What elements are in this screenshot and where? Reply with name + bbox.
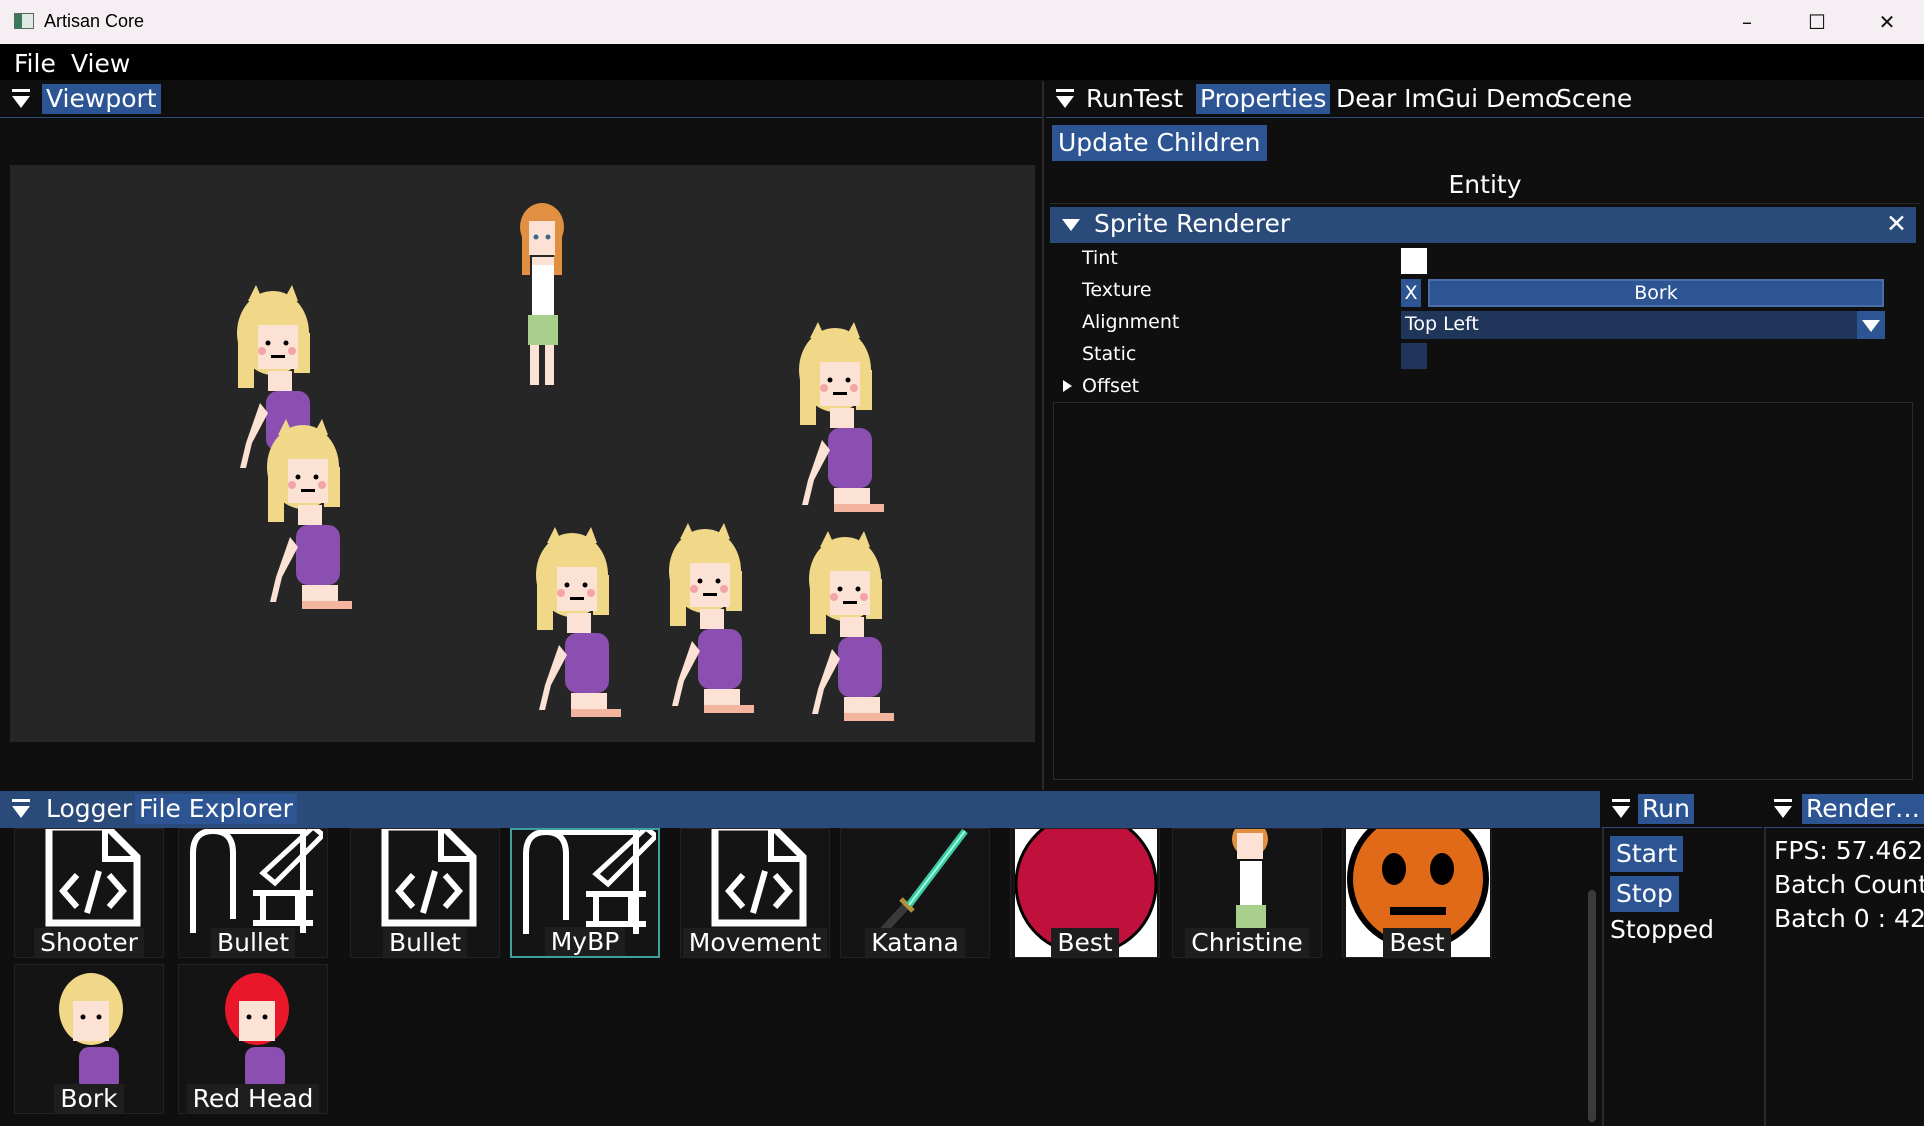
render-panel: FPS: 57.462 Batch Count Batch 0 : 42: [1764, 828, 1924, 1126]
code-file-icon: [381, 829, 477, 927]
menu-bar: File View: [0, 44, 1924, 80]
tab-properties[interactable]: Properties: [1196, 84, 1331, 114]
cat-girl-sprite: [59, 973, 123, 1091]
file-tile-movement[interactable]: Movement: [680, 828, 830, 958]
expand-arrow-icon[interactable]: [1063, 380, 1072, 392]
tab-runtest[interactable]: RunTest: [1082, 84, 1187, 114]
app-icon: [14, 13, 34, 29]
tab-render[interactable]: Render…: [1802, 794, 1924, 824]
file-explorer-panel-header: Logger File Explorer: [0, 791, 1600, 828]
file-tile-red-head[interactable]: Red Head: [178, 964, 328, 1114]
menu-file[interactable]: File: [14, 49, 56, 78]
texture-clear-button[interactable]: X: [1401, 279, 1421, 307]
sprite-catgirl-6: [809, 531, 894, 721]
file-tile-christine[interactable]: Christine: [1172, 828, 1322, 958]
code-file-icon: [711, 829, 807, 927]
sprite-catgirl-4: [536, 527, 621, 717]
blueprint-icon: [523, 830, 656, 934]
file-label: Best: [1383, 928, 1451, 957]
file-label: Bork: [54, 1084, 124, 1113]
red-cat-girl-sprite: [225, 973, 289, 1091]
sprite-catgirl-2: [267, 419, 352, 609]
panel-divider[interactable]: [1042, 81, 1044, 790]
file-tile-mybp[interactable]: MyBP: [510, 828, 660, 958]
code-file-icon: [45, 829, 141, 927]
file-explorer-grid: Shooter Bullet Bullet MyBP Movement Kata…: [0, 828, 1598, 1126]
file-label: Christine: [1185, 928, 1309, 957]
run-panel-header: Run: [1602, 791, 1762, 828]
file-label: Shooter: [34, 928, 144, 957]
batch-count-label: Batch Count: [1774, 870, 1924, 899]
component-name: Sprite Renderer: [1094, 209, 1291, 238]
file-tile-best-circle[interactable]: Best: [1010, 828, 1160, 958]
offset-label[interactable]: Offset: [1082, 375, 1139, 397]
file-tile-bullet-bp[interactable]: Bullet: [178, 828, 328, 958]
tab-scene[interactable]: Scene: [1552, 84, 1636, 114]
fps-readout: FPS: 57.462: [1774, 836, 1924, 865]
sprite-christine: [520, 203, 564, 385]
properties-panel-header: RunTest Properties Dear ImGui Demo Scene: [1046, 81, 1924, 118]
file-label: Red Head: [186, 1084, 320, 1113]
file-label: Katana: [865, 928, 965, 957]
tab-file-explorer[interactable]: File Explorer: [135, 794, 297, 824]
close-window-button[interactable]: ✕: [1852, 0, 1922, 44]
entity-title: Entity: [1050, 167, 1920, 204]
static-checkbox[interactable]: [1401, 343, 1427, 369]
update-children-button[interactable]: Update Children: [1052, 125, 1267, 161]
collapse-arrow-icon[interactable]: [1062, 219, 1080, 231]
window-title: Artisan Core: [44, 11, 145, 31]
batch-0-readout: Batch 0 : 42: [1774, 904, 1924, 933]
tint-label: Tint: [1082, 247, 1118, 269]
sprite-renderer-header[interactable]: Sprite Renderer ✕: [1050, 207, 1916, 243]
file-label: Bullet: [210, 928, 296, 957]
file-label: Bullet: [382, 928, 468, 957]
maximize-button[interactable]: ☐: [1782, 0, 1852, 44]
katana-sprite: [878, 829, 968, 936]
close-component-icon[interactable]: ✕: [1886, 209, 1907, 238]
girl-sprite: [1232, 829, 1268, 929]
tab-logger[interactable]: Logger: [42, 794, 136, 824]
menu-view[interactable]: View: [71, 49, 130, 78]
minimize-button[interactable]: –: [1712, 0, 1782, 44]
blueprint-icon: [190, 829, 323, 933]
run-panel: [1602, 828, 1764, 1126]
start-button[interactable]: Start: [1610, 836, 1684, 872]
chevron-down-icon[interactable]: [1857, 311, 1885, 339]
static-label: Static: [1082, 343, 1137, 365]
scene-sprites: [237, 203, 894, 721]
render-panel-header: Render…: [1764, 791, 1924, 828]
file-label: MyBP: [544, 927, 626, 956]
tint-color-swatch[interactable]: [1401, 248, 1427, 274]
viewport-canvas[interactable]: [10, 165, 1035, 742]
alignment-value: Top Left: [1405, 313, 1479, 335]
tab-viewport[interactable]: Viewport: [42, 84, 161, 114]
viewport-panel-header: Viewport: [0, 81, 1042, 118]
texture-label: Texture: [1082, 279, 1152, 301]
tab-run[interactable]: Run: [1638, 794, 1694, 824]
sprite-catgirl-3: [799, 322, 884, 512]
file-tile-shooter[interactable]: Shooter: [14, 828, 164, 958]
file-tile-bork[interactable]: Bork: [14, 964, 164, 1114]
stop-button[interactable]: Stop: [1610, 876, 1679, 912]
file-tile-katana[interactable]: Katana: [840, 828, 990, 958]
run-status: Stopped: [1610, 915, 1714, 944]
file-explorer-scrollbar[interactable]: [1588, 890, 1596, 1122]
properties-child-area: [1053, 402, 1913, 780]
file-label: Movement: [682, 928, 828, 957]
file-tile-best-face[interactable]: Best: [1342, 828, 1492, 958]
tab-imgui-demo[interactable]: Dear ImGui Demo: [1332, 84, 1564, 114]
texture-select-button[interactable]: Bork: [1428, 279, 1884, 307]
file-tile-bullet-code[interactable]: Bullet: [350, 828, 500, 958]
window-titlebar: Artisan Core – ☐ ✕: [0, 0, 1924, 44]
alignment-label: Alignment: [1082, 311, 1180, 333]
sprite-catgirl-5: [669, 523, 754, 713]
file-label: Best: [1051, 928, 1119, 957]
alignment-dropdown[interactable]: Top Left: [1401, 311, 1885, 339]
